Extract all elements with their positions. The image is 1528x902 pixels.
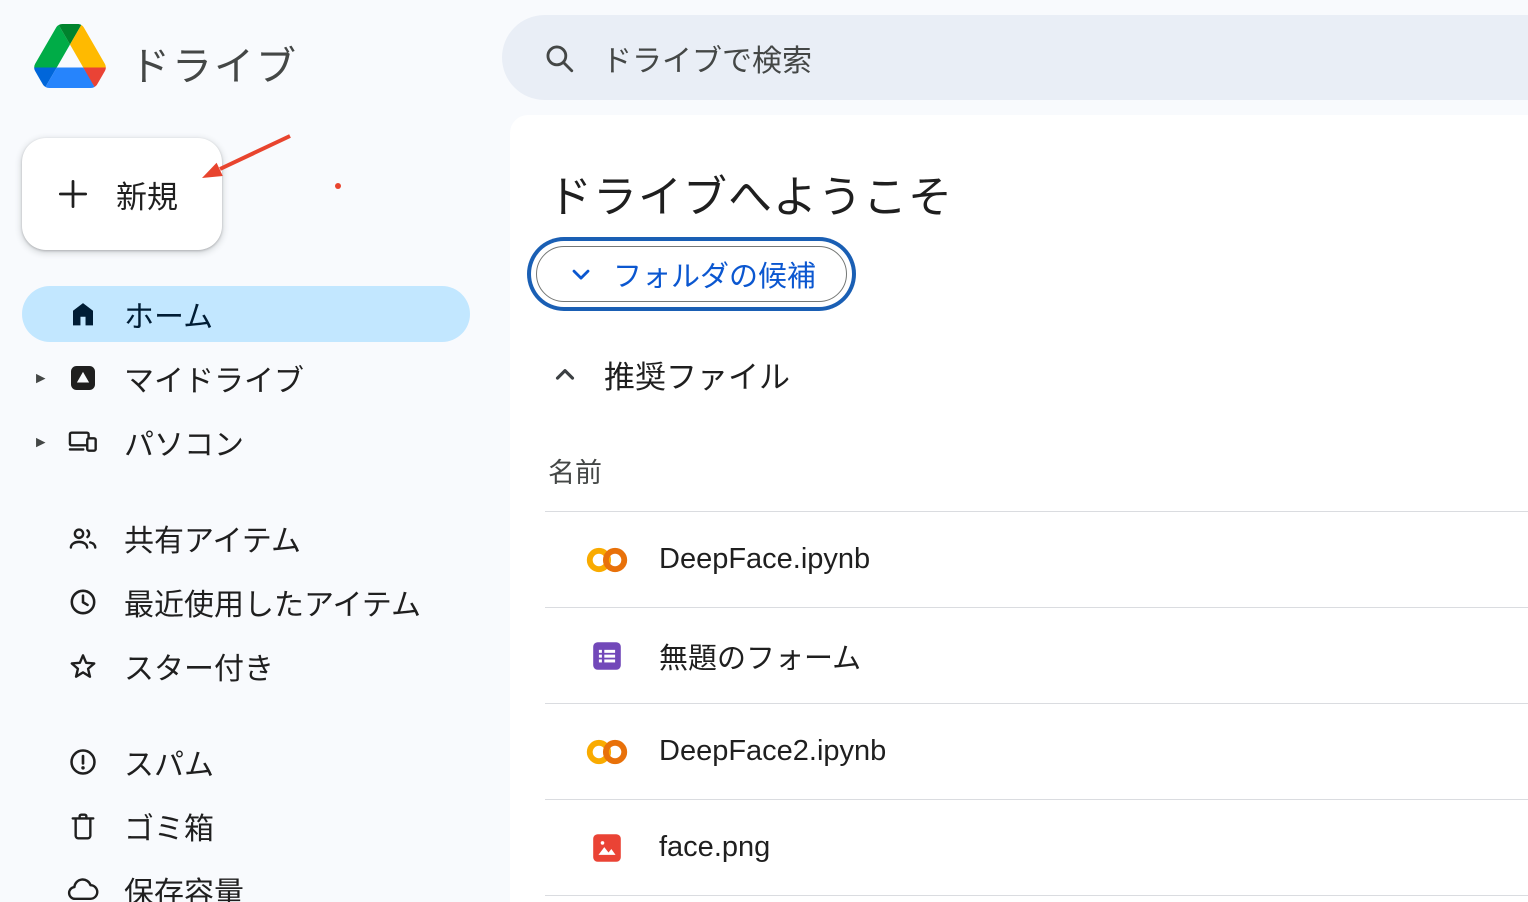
- new-button[interactable]: 新規: [22, 138, 222, 250]
- file-row[interactable]: DeepFace2.ipynb: [545, 703, 1528, 799]
- sidebar-item-label: パソコン: [124, 420, 244, 464]
- app-title: ドライブ: [130, 34, 298, 92]
- file-name: face.png: [659, 831, 770, 864]
- sidebar-item-label: 最近使用したアイテム: [124, 580, 421, 624]
- my-drive-icon: [66, 361, 100, 395]
- new-button-label: 新規: [116, 172, 178, 217]
- plus-icon: [54, 175, 92, 213]
- search-placeholder: ドライブで検索: [602, 36, 812, 80]
- trash-icon: [66, 809, 100, 843]
- file-row[interactable]: 無題のフォーム: [545, 607, 1528, 703]
- cloud-icon: [66, 873, 100, 902]
- sidebar-item-my-drive[interactable]: ▸ マイドライブ: [22, 350, 470, 406]
- suggested-files-table: DeepFace.ipynb 無題のフォーム: [545, 511, 1528, 896]
- sidebar-item-label: 共有アイテム: [124, 516, 301, 560]
- sidebar-item-storage[interactable]: 保存容量: [22, 862, 470, 902]
- file-row[interactable]: DeepFace.ipynb: [545, 511, 1528, 607]
- nav-group-divider: [22, 702, 470, 734]
- sidebar-item-label: マイドライブ: [124, 356, 304, 400]
- chevron-down-icon: [567, 260, 595, 288]
- colab-icon: [585, 737, 629, 767]
- sidebar-item-trash[interactable]: ゴミ箱: [22, 798, 470, 854]
- sidebar-item-recent[interactable]: 最近使用したアイテム: [22, 574, 470, 630]
- main-panel: ドライブへようこそ フォルダの候補 推奨ファイル 名前 DeepFace.ipy…: [510, 115, 1528, 902]
- file-row[interactable]: face.png: [545, 799, 1528, 895]
- sidebar-item-label: スター付き: [124, 644, 274, 688]
- column-header-name[interactable]: 名前: [548, 451, 602, 490]
- sidebar-nav: ホーム ▸ マイドライブ ▸ パソコン: [22, 286, 470, 902]
- people-icon: [66, 521, 100, 555]
- chevron-up-icon: [550, 360, 580, 390]
- sidebar-item-shared[interactable]: 共有アイテム: [22, 510, 470, 566]
- sidebar-item-label: スパム: [124, 740, 214, 784]
- devices-icon: [66, 425, 100, 459]
- page-title: ドライブへようこそ: [548, 161, 953, 225]
- sidebar-item-starred[interactable]: スター付き: [22, 638, 470, 694]
- suggested-folders-button[interactable]: フォルダの候補: [536, 246, 847, 302]
- search-icon: [542, 41, 576, 75]
- image-icon: [585, 830, 629, 866]
- sidebar-item-home[interactable]: ホーム: [22, 286, 470, 342]
- sidebar-item-label: 保存容量: [124, 868, 244, 902]
- sidebar-item-computers[interactable]: ▸ パソコン: [22, 414, 470, 470]
- star-icon: [66, 649, 100, 683]
- expand-caret-icon[interactable]: ▸: [36, 367, 46, 390]
- expand-caret-icon[interactable]: ▸: [36, 431, 46, 454]
- file-name: DeepFace.ipynb: [659, 543, 870, 576]
- colab-icon: [585, 545, 629, 575]
- forms-icon: [585, 638, 629, 674]
- annotation-dot: [335, 183, 341, 189]
- drive-logo-icon: [34, 24, 106, 88]
- sidebar-item-label: ホーム: [124, 292, 213, 336]
- suggested-folders-label: フォルダの候補: [613, 253, 816, 295]
- spam-icon: [66, 745, 100, 779]
- file-name: DeepFace2.ipynb: [659, 735, 886, 768]
- search-input[interactable]: ドライブで検索: [502, 15, 1528, 100]
- sidebar-item-spam[interactable]: スパム: [22, 734, 470, 790]
- suggested-files-label: 推奨ファイル: [604, 352, 790, 397]
- sidebar-item-label: ゴミ箱: [124, 804, 214, 848]
- clock-icon: [66, 585, 100, 619]
- suggested-files-toggle[interactable]: 推奨ファイル: [550, 352, 790, 397]
- nav-group-divider: [22, 478, 470, 510]
- file-name: 無題のフォーム: [659, 635, 861, 677]
- home-icon: [66, 297, 100, 331]
